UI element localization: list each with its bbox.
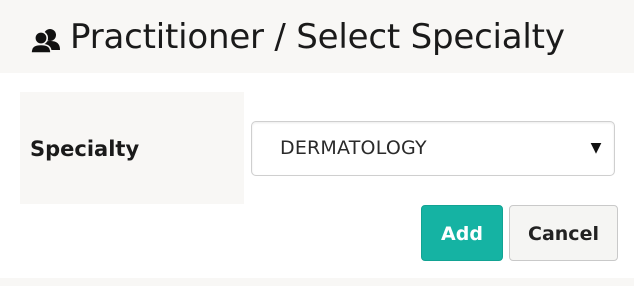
specialty-label-cell: Specialty <box>20 92 244 204</box>
specialty-selected-value: DERMATOLOGY <box>280 137 427 159</box>
footer-divider <box>0 278 634 286</box>
triangle-down-icon: ▼ <box>590 140 602 156</box>
page-title: Practitioner / Select Specialty <box>70 17 565 57</box>
cancel-button[interactable]: Cancel <box>509 205 618 261</box>
users-icon <box>30 26 62 54</box>
specialty-select[interactable]: DERMATOLOGY ▼ <box>251 121 615 176</box>
add-button[interactable]: Add <box>421 205 503 261</box>
specialty-label: Specialty <box>30 137 140 161</box>
page-header: Practitioner / Select Specialty <box>0 0 634 73</box>
select-specialty-page: Practitioner / Select Specialty Specialt… <box>0 0 634 286</box>
